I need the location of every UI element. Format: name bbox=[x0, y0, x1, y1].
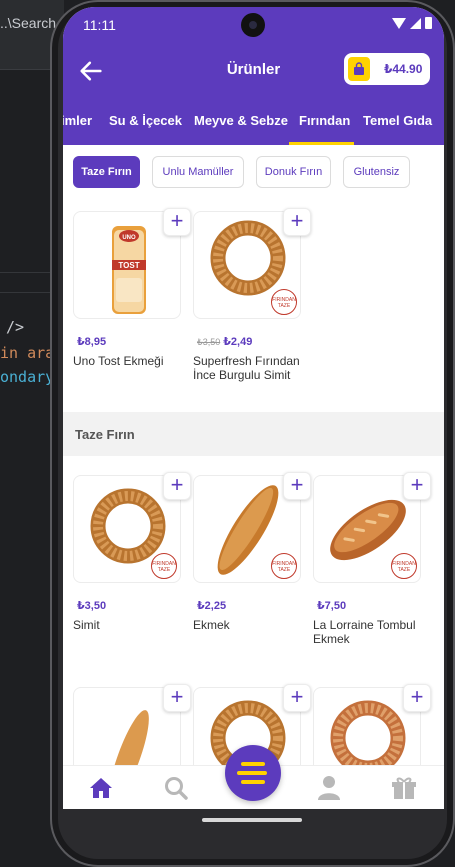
badge-text: TAZE bbox=[157, 567, 171, 573]
basket-button[interactable]: ₺44.90 bbox=[344, 53, 430, 85]
product-name: Ekmek bbox=[193, 618, 230, 632]
home-icon[interactable] bbox=[87, 774, 115, 802]
pack-label-text: TOST bbox=[118, 261, 139, 270]
ide-code-line: ondary bbox=[0, 368, 55, 386]
app-bar: Ürünler ₺44.90 bbox=[63, 43, 444, 99]
battery-icon bbox=[425, 17, 432, 29]
product-name: La Lorraine Tombul Ekmek bbox=[313, 618, 416, 646]
ide-path-text: ..\Search bbox=[0, 15, 57, 31]
add-to-cart-button[interactable]: + bbox=[163, 472, 191, 500]
fab-line bbox=[241, 762, 265, 766]
product-old-price: ₺3,50 bbox=[197, 337, 221, 347]
product-name: Simit bbox=[73, 618, 100, 632]
section-header: Taze Fırın bbox=[63, 412, 444, 456]
gesture-bar bbox=[202, 818, 302, 822]
add-to-cart-button[interactable]: + bbox=[283, 472, 311, 500]
section-title: Taze Fırın bbox=[75, 427, 135, 442]
phone-frame: 11:11 Ürünler ₺44.90 imler Su & İçecek M… bbox=[50, 0, 455, 867]
add-to-cart-button[interactable]: + bbox=[283, 684, 311, 712]
product-name: Superfresh Fırından İnce Burgulu Simit bbox=[193, 354, 300, 382]
gift-icon[interactable] bbox=[390, 774, 418, 802]
price-row: ₺3,50 bbox=[77, 599, 106, 612]
status-time: 11:11 bbox=[83, 17, 116, 33]
ide-code-line: in ara bbox=[0, 344, 55, 362]
badge-text: TAZE bbox=[397, 567, 411, 573]
app-screen: 11:11 Ürünler ₺44.90 imler Su & İçecek M… bbox=[63, 7, 444, 809]
price-row: ₺7,50 bbox=[317, 599, 346, 612]
ide-code-line: /> bbox=[6, 318, 25, 336]
profile-icon[interactable] bbox=[315, 774, 343, 802]
sub-tabs: Taze Fırın Unlu Mamüller Donuk Fırın Glu… bbox=[63, 145, 444, 205]
add-to-cart-button[interactable]: + bbox=[403, 684, 431, 712]
price-row: ₺3,50 ₺2,49 bbox=[197, 335, 252, 348]
menu-icon[interactable] bbox=[225, 745, 281, 801]
signal-icon bbox=[410, 17, 421, 29]
product-price: ₺2,25 bbox=[197, 600, 227, 612]
fab-line bbox=[237, 771, 267, 775]
chip-unlu-mamuller[interactable]: Unlu Mamüller bbox=[152, 156, 244, 188]
fab-line bbox=[241, 780, 265, 784]
chip-glutensiz[interactable]: Glutensiz bbox=[343, 156, 410, 188]
search-icon[interactable] bbox=[162, 774, 190, 802]
tab-meyve-sebze[interactable]: Meyve & Sebze bbox=[194, 113, 288, 128]
badge-text: TAZE bbox=[277, 567, 291, 573]
basket-total: ₺44.90 bbox=[384, 62, 423, 76]
price-row: ₺8,95 bbox=[77, 335, 106, 348]
camera-cutout bbox=[241, 13, 265, 37]
firindan-taze-badge: FIRINDAN TAZE bbox=[151, 553, 177, 579]
product-price: ₺2,49 bbox=[223, 336, 253, 348]
firindan-taze-badge: FIRINDAN TAZE bbox=[271, 289, 297, 315]
product-name: Uno Tost Ekmeği bbox=[73, 354, 164, 368]
basket-icon bbox=[348, 57, 370, 81]
firindan-taze-badge: FIRINDAN TAZE bbox=[391, 553, 417, 579]
tab-firindan[interactable]: Fırından bbox=[299, 113, 350, 128]
wifi-icon bbox=[392, 17, 406, 29]
product-price: ₺3,50 bbox=[77, 600, 107, 612]
chip-donuk-firin[interactable]: Donuk Fırın bbox=[256, 156, 331, 188]
status-icons bbox=[392, 17, 432, 29]
pack-brand-text: UNO bbox=[122, 235, 136, 241]
add-to-cart-button[interactable]: + bbox=[163, 684, 191, 712]
add-to-cart-button[interactable]: + bbox=[163, 208, 191, 236]
status-bar: 11:11 bbox=[63, 7, 444, 43]
add-to-cart-button[interactable]: + bbox=[283, 208, 311, 236]
chip-taze-firin[interactable]: Taze Fırın bbox=[73, 156, 140, 188]
price-row: ₺2,25 bbox=[197, 599, 226, 612]
product-price: ₺8,95 bbox=[77, 336, 107, 348]
product-price: ₺7,50 bbox=[317, 600, 347, 612]
tab-category[interactable]: imler bbox=[63, 113, 92, 128]
firindan-taze-badge: FIRINDAN TAZE bbox=[271, 553, 297, 579]
badge-text: TAZE bbox=[277, 303, 291, 309]
tab-temel-gida[interactable]: Temel Gıda bbox=[363, 113, 432, 128]
add-to-cart-button[interactable]: + bbox=[403, 472, 431, 500]
category-tabs: imler Su & İçecek Meyve & Sebze Fırından… bbox=[63, 99, 444, 145]
tab-su-icecek[interactable]: Su & İçecek bbox=[109, 113, 182, 128]
